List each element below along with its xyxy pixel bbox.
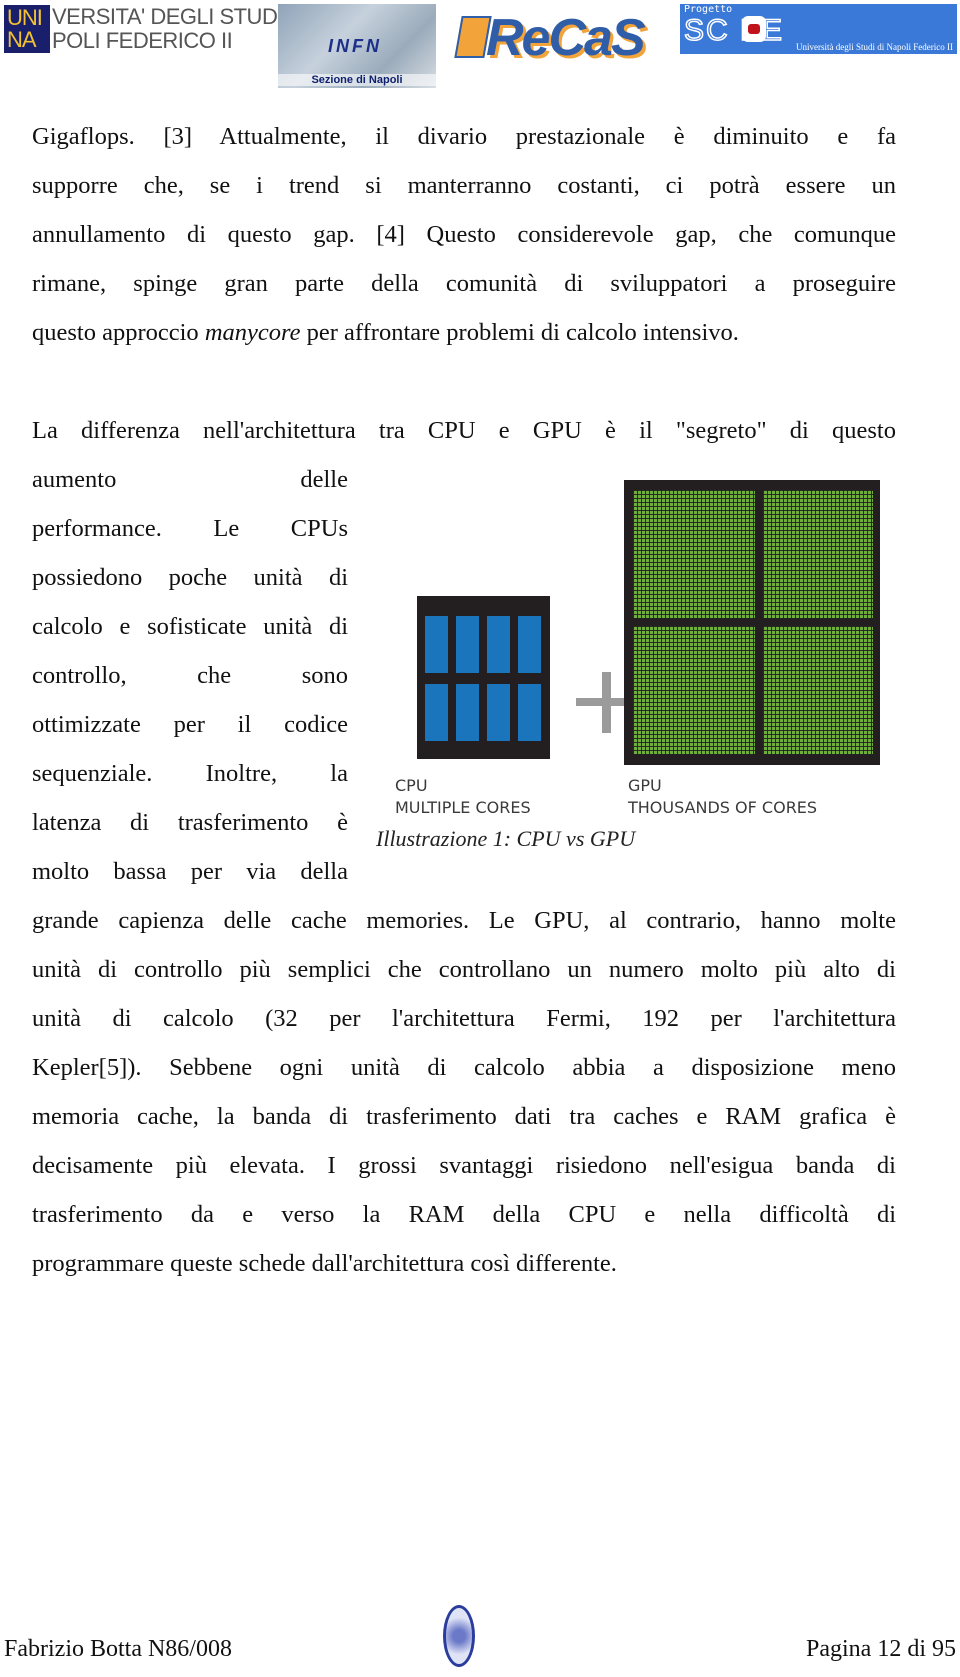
unina-logo-box: UNI NA bbox=[4, 5, 50, 53]
paragraph-1: Gigaflops. [3] Attualmente, il divario p… bbox=[32, 112, 896, 357]
text-line: programmare queste schede dall'architett… bbox=[32, 1250, 617, 1277]
text-line: molto bassa per via della bbox=[32, 858, 348, 885]
camera-icon bbox=[742, 16, 766, 42]
text-segment: per affrontare problemi di calcolo inten… bbox=[300, 319, 739, 346]
gpu-label-subtitle: THOUSANDS OF CORES bbox=[628, 798, 818, 817]
cpu-core bbox=[487, 616, 510, 673]
gpu-label-title: GPU bbox=[628, 776, 662, 795]
scope-logo-title: SC PE bbox=[683, 13, 785, 48]
text-line: unità di calcolo (32 per l'architettura … bbox=[32, 1005, 896, 1032]
university-seal-icon bbox=[443, 1605, 475, 1667]
unina-logo: UNI NA VERSITA' DEGLI STUDI DI POLI FEDE… bbox=[4, 4, 310, 54]
scope-logo-subtitle: Università degli Studi di Napoli Federic… bbox=[796, 42, 953, 52]
footer-author: Fabrizio Botta N86/008 bbox=[4, 1636, 232, 1662]
gpu-core-block bbox=[633, 626, 755, 754]
text-line: calcolo e sofisticate unità di bbox=[32, 613, 348, 640]
text-line: sequenziale. Inoltre, la bbox=[32, 760, 348, 787]
cpu-label-title: CPU bbox=[395, 776, 428, 795]
cpu-core bbox=[487, 684, 510, 741]
text-line: latenza di trasferimento è bbox=[32, 809, 348, 836]
plus-icon-vertical bbox=[602, 672, 611, 733]
page-header: UNI NA VERSITA' DEGLI STUDI DI POLI FEDE… bbox=[0, 0, 960, 92]
recas-logo-text: ReCaS bbox=[486, 9, 646, 67]
infn-logo: INFN Sezione di Napoli bbox=[278, 4, 436, 88]
text-line: trasferimento da e verso la RAM della CP… bbox=[32, 1201, 896, 1228]
text-line: La differenza nell'architettura tra CPU … bbox=[32, 417, 896, 444]
cpu-chip-diagram bbox=[417, 596, 550, 759]
text-line: supporre che, se i trend si manterranno … bbox=[32, 172, 896, 199]
text-line: aumento delle bbox=[32, 466, 348, 493]
text-line: performance. Le CPUs bbox=[32, 515, 348, 542]
gpu-label: GPU THOUSANDS OF CORES bbox=[628, 775, 817, 819]
gpu-chip-diagram bbox=[624, 480, 880, 765]
unina-text-line1: VERSITA' DEGLI STUDI DI bbox=[52, 4, 310, 29]
unina-box-line1: UNI bbox=[7, 5, 43, 30]
footer-page-number: Pagina 12 di 95 bbox=[806, 1636, 956, 1662]
text-line: ottimizzate per il codice bbox=[32, 711, 348, 738]
cpu-core bbox=[518, 616, 541, 673]
text-line: rimane, spinge gran parte della comunità… bbox=[32, 270, 896, 297]
text-line: possiedono poche unità di bbox=[32, 564, 348, 591]
gpu-core-block bbox=[763, 490, 873, 618]
scope-logo: Progetto SC PE Università degli Studi di… bbox=[680, 4, 957, 54]
unina-text-line2: POLI FEDERICO II bbox=[52, 28, 233, 53]
figure-caption: Illustrazione 1: CPU vs GPU bbox=[376, 826, 636, 851]
text-segment: questo approccio bbox=[32, 319, 205, 346]
cpu-vs-gpu-figure: CPU MULTIPLE CORES GPU THOUSANDS OF CORE… bbox=[380, 480, 900, 880]
emphasized-term: manycore bbox=[204, 319, 301, 346]
cpu-core bbox=[425, 684, 448, 741]
cpu-label: CPU MULTIPLE CORES bbox=[395, 775, 531, 819]
unina-logo-text: VERSITA' DEGLI STUDI DI POLI FEDERICO II bbox=[52, 5, 310, 53]
unina-box-line2: NA bbox=[7, 27, 37, 52]
text-line: unità di controllo più semplici che cont… bbox=[32, 956, 896, 983]
cpu-core bbox=[456, 684, 479, 741]
gpu-core-block bbox=[633, 490, 755, 618]
text-line: controllo, che sono bbox=[32, 662, 348, 689]
text-line: Gigaflops. [3] Attualmente, il divario p… bbox=[32, 123, 896, 150]
cpu-core bbox=[456, 616, 479, 673]
infn-logo-subtitle: Sezione di Napoli bbox=[278, 74, 436, 86]
recas-logo: ReCaS bbox=[454, 8, 658, 78]
text-line: grande capienza delle cache memories. Le… bbox=[32, 907, 896, 934]
text-line: questo approccio manycore per affrontare… bbox=[32, 308, 896, 357]
text-line: annullamento di questo gap. [4] Questo c… bbox=[32, 221, 896, 248]
text-line: Kepler[5]). Sebbene ogni unità di calcol… bbox=[32, 1054, 896, 1081]
cpu-core bbox=[518, 684, 541, 741]
cpu-label-subtitle: MULTIPLE CORES bbox=[395, 798, 531, 817]
cpu-core bbox=[425, 616, 448, 673]
text-line: decisamente più elevata. I grossi svanta… bbox=[32, 1152, 896, 1179]
gpu-core-block bbox=[763, 626, 873, 754]
infn-logo-title: INFN bbox=[328, 36, 382, 56]
text-line: memoria cache, la banda di trasferimento… bbox=[32, 1103, 896, 1130]
